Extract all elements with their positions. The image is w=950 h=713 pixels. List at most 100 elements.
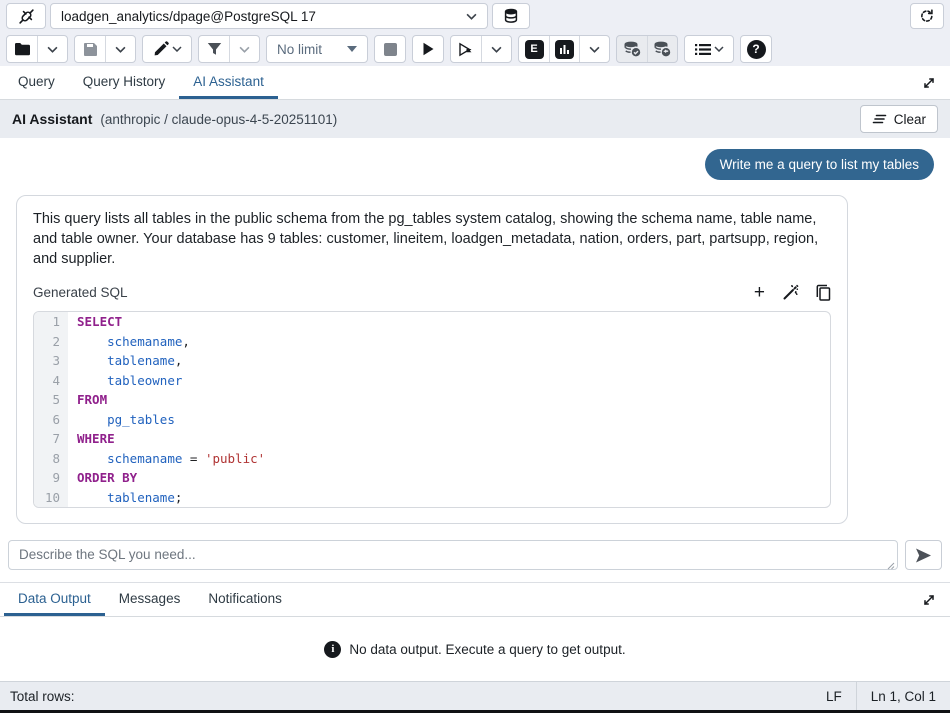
clear-button[interactable]: Clear	[860, 105, 938, 133]
sql-code-line: 1SELECT	[34, 312, 830, 332]
list-icon	[695, 43, 711, 56]
help-group: ?	[740, 35, 772, 63]
sql-code-line: 10 tablename;	[34, 488, 830, 508]
generated-sql-row: Generated SQL +	[33, 283, 831, 302]
output-tabs: Data Output Messages Notifications	[0, 583, 950, 617]
sql-code-line: 5FROM	[34, 390, 830, 410]
save-menu-button[interactable]	[105, 36, 135, 62]
send-icon	[915, 548, 932, 563]
filter-menu-button[interactable]	[229, 36, 259, 62]
macro-group	[684, 35, 734, 63]
prompt-input[interactable]	[8, 540, 898, 570]
ai-model-label: (anthropic / claude-opus-4-5-20251101)	[100, 112, 337, 127]
query-tool-tabs: Query Query History AI Assistant	[0, 66, 950, 100]
dropdown-arrow-icon	[347, 46, 357, 52]
tab-messages[interactable]: Messages	[105, 583, 195, 616]
execute-options-group	[450, 35, 512, 63]
open-file-menu-button[interactable]	[37, 36, 67, 62]
chevron-down-icon	[47, 46, 58, 53]
send-button[interactable]	[905, 540, 942, 570]
plug-icon	[18, 8, 35, 25]
expand-icon	[922, 76, 936, 90]
connection-selector[interactable]: loadgen_analytics/dpage@PostgreSQL 17	[50, 3, 488, 29]
filter-icon	[207, 42, 222, 56]
clear-label: Clear	[894, 112, 926, 127]
empty-output-message-row: i No data output. Execute a query to get…	[0, 617, 950, 681]
sql-code-line: 8 schemaname = 'public'	[34, 449, 830, 469]
tab-query[interactable]: Query	[4, 66, 69, 99]
sql-code-line: 2 schemaname,	[34, 332, 830, 352]
execute-group	[412, 35, 444, 63]
magic-wand-button[interactable]	[782, 284, 799, 301]
edit-button[interactable]	[143, 36, 191, 62]
explain-group: E	[518, 35, 610, 63]
tab-ai-assistant[interactable]: AI Assistant	[179, 66, 278, 99]
tab-notifications[interactable]: Notifications	[194, 583, 296, 616]
chevron-down-icon	[714, 46, 724, 52]
stop-group	[374, 35, 406, 63]
commit-icon	[623, 41, 642, 58]
insert-sql-button[interactable]: +	[754, 283, 765, 302]
database-icon	[503, 8, 519, 24]
query-toolbar: No limit	[0, 32, 950, 66]
total-rows-label: Total rows:	[0, 689, 75, 704]
save-icon	[83, 42, 98, 57]
expand-icon	[922, 593, 936, 607]
ai-assistant-title: AI Assistant	[12, 111, 92, 127]
assistant-response-card: This query lists all tables in the publi…	[16, 195, 848, 524]
transaction-group	[616, 35, 678, 63]
stop-icon	[384, 43, 397, 56]
sql-code[interactable]: 1SELECT2 schemaname,3 tablename,4 tableo…	[33, 311, 831, 508]
connection-label: loadgen_analytics/dpage@PostgreSQL 17	[61, 9, 316, 24]
output-panel: Data Output Messages Notifications i No …	[0, 582, 950, 681]
rollback-button[interactable]	[647, 36, 677, 62]
help-icon: ?	[747, 40, 766, 59]
chevron-down-icon	[115, 46, 126, 53]
connection-status-button[interactable]	[6, 3, 46, 29]
copy-icon-button[interactable]	[816, 284, 831, 301]
chevron-down-icon	[466, 13, 477, 20]
ai-assistant-header: AI Assistant (anthropic / claude-opus-4-…	[0, 100, 950, 138]
folder-icon	[14, 42, 31, 56]
execute-menu-button[interactable]	[481, 36, 511, 62]
eol-mode[interactable]: LF	[812, 682, 856, 710]
help-button[interactable]: ?	[741, 36, 771, 62]
clear-icon	[872, 114, 887, 124]
explain-analyze-button[interactable]	[549, 36, 579, 62]
limit-group: No limit	[266, 35, 368, 63]
expand-output-button[interactable]	[912, 583, 946, 616]
execute-button[interactable]	[413, 36, 443, 62]
execute-script-button[interactable]	[451, 36, 481, 62]
filter-group	[198, 35, 260, 63]
open-file-group	[6, 35, 68, 63]
refresh-icon	[919, 8, 935, 24]
commit-button[interactable]	[617, 36, 647, 62]
chevron-down-icon	[491, 46, 502, 53]
play-icon	[422, 42, 435, 56]
reset-layout-button[interactable]	[910, 3, 944, 29]
user-message-row: Write me a query to list my tables	[16, 149, 934, 180]
tab-data-output[interactable]: Data Output	[4, 583, 105, 616]
filter-button[interactable]	[199, 36, 229, 62]
new-connection-button[interactable]	[492, 3, 530, 29]
prompt-row	[0, 535, 950, 582]
row-limit-select[interactable]: No limit	[267, 36, 367, 62]
open-file-button[interactable]	[7, 36, 37, 62]
explain-button[interactable]: E	[519, 36, 549, 62]
explain-menu-button[interactable]	[579, 36, 609, 62]
cursor-position: Ln 1, Col 1	[856, 682, 950, 710]
sql-code-line: 4 tableowner	[34, 371, 830, 391]
explain-analyze-icon	[555, 40, 574, 59]
expand-panel-button[interactable]	[912, 66, 946, 99]
sql-code-line: 3 tablename,	[34, 351, 830, 371]
generated-sql-label: Generated SQL	[33, 285, 128, 300]
edit-group	[142, 35, 192, 63]
sql-actions: +	[754, 283, 831, 302]
prompt-wrap	[8, 540, 898, 575]
macro-button[interactable]	[685, 36, 733, 62]
pencil-icon	[153, 41, 169, 57]
tab-query-history[interactable]: Query History	[69, 66, 180, 99]
save-button[interactable]	[75, 36, 105, 62]
stop-button[interactable]	[375, 36, 405, 62]
user-message-bubble: Write me a query to list my tables	[705, 149, 934, 180]
